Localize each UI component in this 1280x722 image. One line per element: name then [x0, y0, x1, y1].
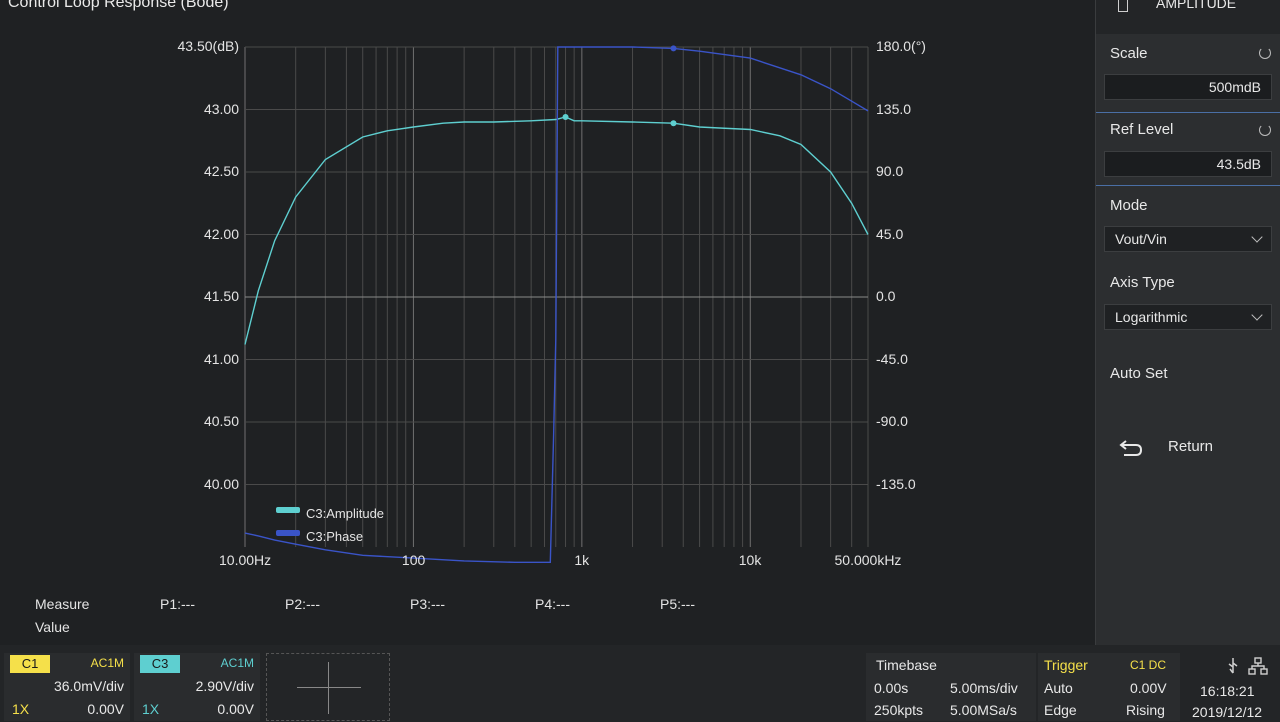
- timebase-points: 250kpts: [874, 702, 924, 718]
- chevron-down-icon: [1251, 309, 1263, 321]
- trigger-level: 0.00V: [1130, 680, 1167, 696]
- x-tick-label: 1k: [574, 552, 590, 568]
- y-left-tick-label: 41.00: [203, 350, 239, 367]
- y-left-tick-label: 43.50(dB): [177, 38, 239, 54]
- auto-set-item[interactable]: Auto Set: [1096, 344, 1280, 414]
- y-left-tick-label: 40.00: [203, 475, 239, 492]
- status-bar: C1 AC1M 36.0mV/div 1X 0.00V C3 AC1M 2.90…: [0, 645, 1280, 722]
- mode-value: Vout/Vin: [1115, 231, 1167, 247]
- return-label: Return: [1168, 438, 1214, 455]
- channel-c3[interactable]: C3 AC1M 2.90V/div 1X 0.00V: [134, 653, 260, 721]
- series-amplitude-marker: [562, 114, 569, 120]
- network-icon: [1248, 657, 1268, 675]
- series-amplitude-marker: [670, 120, 677, 127]
- measure-label: Measure: [35, 596, 90, 612]
- trigger-mode: Auto: [1044, 680, 1073, 696]
- measure-p5[interactable]: P5:---: [660, 596, 695, 612]
- y-right-tick-label: -45.0: [876, 350, 908, 367]
- amplitude-menu-panel: AMPLITUDE Scale 500mdB Ref Level 43.5dB …: [1095, 0, 1280, 645]
- channel-c1-probe: 1X: [12, 701, 30, 717]
- axis-type-value: Logarithmic: [1115, 309, 1188, 325]
- channel-c3-probe: 1X: [142, 701, 160, 717]
- add-channel-button[interactable]: [266, 653, 390, 721]
- trigger-source: C1 DC: [1130, 658, 1167, 672]
- y-right-tick-label: -90.0: [876, 413, 908, 429]
- return-button[interactable]: Return: [1096, 430, 1280, 480]
- measure-p2[interactable]: P2:---: [285, 596, 320, 612]
- y-right-tick-label: 45.0: [876, 225, 904, 242]
- channel-c3-badge: C3: [140, 655, 180, 673]
- measure-p4[interactable]: P4:---: [535, 596, 570, 612]
- channel-c3-vdiv: 2.90V/div: [195, 678, 254, 694]
- timebase-delay: 0.00s: [874, 680, 909, 696]
- trigger-type: Edge: [1044, 702, 1077, 718]
- timebase-label: Timebase: [876, 657, 937, 673]
- x-tick-label: 10k: [738, 552, 762, 568]
- y-left-tick-label: 42.50: [203, 163, 239, 179]
- y-left-tick-label: 43.00: [203, 100, 239, 117]
- panel-header: AMPLITUDE: [1096, 0, 1280, 34]
- x-tick-label: 10.00Hz: [219, 552, 272, 568]
- y-left-tick-label: 41.50: [203, 288, 239, 304]
- y-right-tick-label: 180.0(°): [876, 38, 926, 54]
- channel-c3-coupling: AC1M: [220, 656, 254, 670]
- channel-c1-coupling: AC1M: [90, 656, 124, 670]
- scale-label: Scale: [1110, 45, 1148, 62]
- y-left-tick-label: 42.00: [203, 225, 239, 242]
- scale-item[interactable]: Scale 500mdB: [1096, 36, 1280, 108]
- channel-c1-vdiv: 36.0mV/div: [53, 678, 124, 694]
- scale-value[interactable]: 500mdB: [1104, 74, 1272, 100]
- legend-swatch-amplitude: [276, 507, 300, 513]
- channel-c1[interactable]: C1 AC1M 36.0mV/div 1X 0.00V: [4, 653, 130, 721]
- measure-p3[interactable]: P3:---: [410, 596, 445, 612]
- chevron-down-icon: [1251, 231, 1263, 243]
- series-phase-line: [244, 46, 869, 563]
- measure-p1[interactable]: P1:---: [160, 596, 195, 612]
- y-right-tick-label: 0.0: [876, 288, 896, 304]
- clock-date: 2019/12/12: [1192, 704, 1263, 720]
- value-label: Value: [35, 619, 70, 635]
- channel-c1-offset: 0.00V: [87, 701, 124, 717]
- axis-type-item[interactable]: Axis Type Logarithmic: [1096, 266, 1280, 338]
- ref-level-label: Ref Level: [1110, 121, 1174, 138]
- y-right-tick-label: 90.0: [876, 163, 904, 179]
- ref-level-reset-icon[interactable]: [1259, 124, 1271, 136]
- trigger-box[interactable]: Trigger C1 DC Auto 0.00V Edge Rising: [1038, 653, 1180, 721]
- usb-icon: [1228, 658, 1238, 674]
- y-right-tick-label: -135.0: [876, 475, 916, 492]
- mode-item[interactable]: Mode Vout/Vin: [1096, 190, 1280, 262]
- x-tick-label: 50.000kHz: [834, 552, 902, 568]
- mode-label: Mode: [1110, 197, 1148, 214]
- plus-icon: [297, 687, 361, 688]
- timebase-tdiv: 5.00ms/div: [950, 680, 1018, 696]
- mode-select[interactable]: Vout/Vin: [1104, 226, 1272, 252]
- auto-set-label: Auto Set: [1110, 365, 1168, 382]
- trigger-slope: Rising: [1126, 702, 1165, 718]
- ref-level-item[interactable]: Ref Level 43.5dB: [1096, 112, 1280, 186]
- axis-type-label: Axis Type: [1110, 274, 1175, 291]
- trigger-label: Trigger: [1044, 657, 1088, 673]
- ref-level-value[interactable]: 43.5dB: [1104, 151, 1272, 177]
- timebase-box[interactable]: Timebase 0.00s 5.00ms/div 250kpts 5.00MS…: [866, 653, 1036, 721]
- measure-row: Measure Value P1:--- P2:--- P3:--- P4:--…: [0, 590, 1095, 645]
- axis-type-select[interactable]: Logarithmic: [1104, 304, 1272, 330]
- clock-time: 16:18:21: [1200, 683, 1255, 699]
- legend-amplitude: C3:Amplitude: [306, 506, 385, 521]
- scale-reset-icon[interactable]: [1259, 47, 1271, 59]
- series-phase-marker: [670, 45, 677, 52]
- return-icon: [1119, 440, 1143, 456]
- plus-icon-vertical: [328, 662, 329, 714]
- y-left-tick-label: 40.50: [203, 413, 239, 429]
- channel-c3-offset: 0.00V: [217, 701, 254, 717]
- channel-c1-badge: C1: [10, 655, 50, 673]
- legend-swatch-phase: [276, 530, 300, 536]
- document-icon: [1118, 0, 1128, 12]
- panel-header-label: AMPLITUDE: [1156, 0, 1237, 11]
- y-right-tick-label: 135.0: [876, 100, 912, 117]
- legend-phase: C3:Phase: [306, 529, 364, 544]
- x-tick-label: 100: [401, 552, 426, 568]
- timebase-rate: 5.00MSa/s: [950, 702, 1017, 718]
- clock-box: 16:18:21 2019/12/12: [1182, 653, 1280, 721]
